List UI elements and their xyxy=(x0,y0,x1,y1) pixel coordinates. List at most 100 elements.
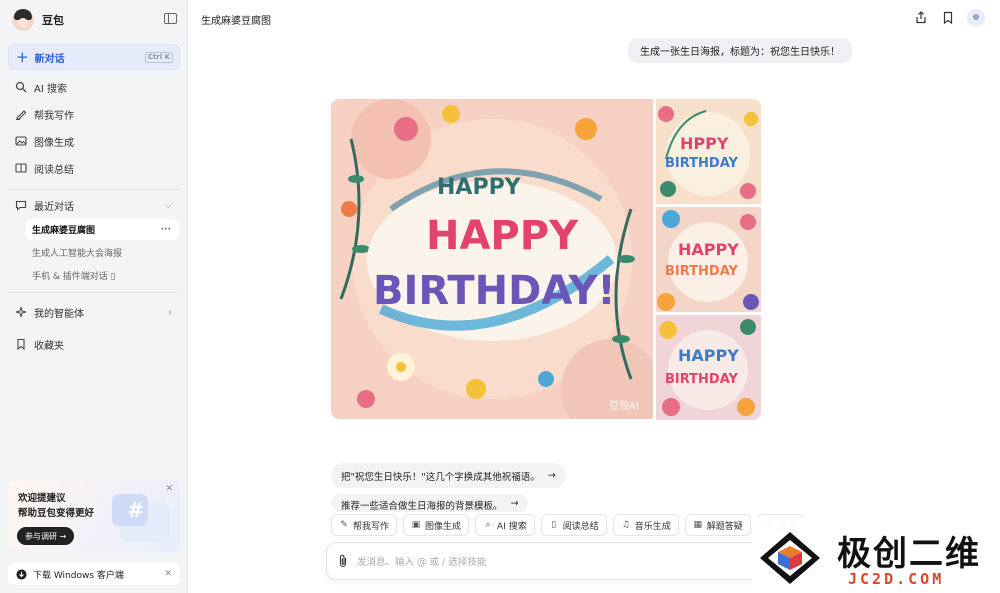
generated-image-main[interactable]: HAPPY HAPPY BIRTHDAY! 豆包AI xyxy=(331,99,653,419)
new-chat-button[interactable]: + 新对话 Ctrl K xyxy=(8,44,180,70)
thumb-title-line1: HAPPY xyxy=(678,240,739,259)
bookmark-icon xyxy=(15,338,27,350)
close-icon[interactable]: ✕ xyxy=(165,484,173,494)
recent-chat-label: 手机 & 插件端对话 ▯ xyxy=(32,272,116,282)
tool-image-button[interactable]: ▣ 图像生成 xyxy=(403,514,470,536)
sidebar-item-label: AI 搜索 xyxy=(34,83,67,95)
recent-chat-item[interactable]: 手机 & 插件端对话 ▯ xyxy=(26,265,179,286)
recent-label: 最近对话 xyxy=(34,201,74,213)
chevron-up-icon: ⌵ xyxy=(164,199,172,211)
brand-name: 豆包 xyxy=(42,14,64,27)
tool-writing-button[interactable]: ✎ 帮我写作 xyxy=(331,514,398,536)
thumb-title-line2: BIRTHDAY xyxy=(665,156,739,171)
chevron-right-icon: › xyxy=(168,306,172,318)
thumb-title-line2: BIRTHDAY xyxy=(665,264,739,279)
tool-label: 帮我写作 xyxy=(353,521,390,532)
watermark-logo-icon xyxy=(760,532,820,584)
ai-search-icon: ⌕ xyxy=(485,520,491,530)
tool-label: 解题答疑 xyxy=(706,521,743,532)
suggestion-text: 推荐一些适合做生日海报的背景模板。 xyxy=(341,501,503,512)
pen-icon: ✎ xyxy=(340,520,348,530)
site-watermark: 极创二维 JC2D.COM xyxy=(752,518,1000,593)
plus-icon: + xyxy=(16,47,29,66)
survey-button[interactable]: 参与调研 → xyxy=(17,527,75,545)
tool-solve-button[interactable]: ▦ 解题答疑 xyxy=(684,514,751,536)
download-client-button[interactable]: 下载 Windows 客户端 ✕ xyxy=(8,563,180,585)
sidebar-item-label: 收藏夹 xyxy=(34,340,64,352)
tool-search-button[interactable]: ⌕ AI 搜索 xyxy=(475,514,535,536)
sidebar-item-writing[interactable]: 帮我写作 xyxy=(8,102,180,126)
hashtag-icon: # xyxy=(127,498,144,522)
download-label: 下载 Windows 客户端 xyxy=(33,570,124,581)
divider xyxy=(8,292,180,293)
sidebar-item-label: 阅读总结 xyxy=(34,164,74,176)
suggestion-chip[interactable]: 把"祝您生日快乐！"这几个字换成其他祝福语。 → xyxy=(331,463,566,488)
sidebar-item-favorites[interactable]: 收藏夹 xyxy=(8,332,180,356)
ai-search-icon xyxy=(15,81,27,93)
message-input[interactable] xyxy=(357,553,737,571)
sidebar-item-reading[interactable]: 阅读总结 xyxy=(8,156,180,180)
divider xyxy=(8,189,180,190)
book-icon: ▯ xyxy=(551,520,557,530)
generated-image-thumb[interactable]: HAPPY BIRTHDAY xyxy=(656,207,761,312)
thumb-title-line2: BIRTHDAY xyxy=(665,372,739,387)
tool-label: AI 搜索 xyxy=(497,521,527,532)
arrow-right-icon: → xyxy=(547,470,556,481)
calculator-icon: ▦ xyxy=(693,520,702,530)
topbar: 生成麻婆豆腐图 xyxy=(188,0,1000,38)
tool-label: 阅读总结 xyxy=(562,521,599,532)
main-panel: 生成麻婆豆腐图 生成一张生日海报，标题为：祝您生日快乐！ HAPPY HAPPY… xyxy=(188,0,1000,593)
image-title-line2: BIRTHDAY! xyxy=(373,268,616,314)
page-title: 生成麻婆豆腐图 xyxy=(201,16,271,27)
music-icon: ♫ xyxy=(621,520,630,530)
shortcut-badge: Ctrl K xyxy=(144,52,173,63)
image-title-line1: HAPPY xyxy=(426,213,579,259)
tool-reading-button[interactable]: ▯ 阅读总结 xyxy=(540,514,607,536)
image-icon: ▣ xyxy=(411,520,421,530)
more-icon[interactable]: ··· xyxy=(161,225,171,235)
tool-music-button[interactable]: ♫ 音乐生成 xyxy=(612,514,679,536)
close-icon[interactable]: ✕ xyxy=(164,569,172,579)
skill-toolbar: ✎ 帮我写作 ▣ 图像生成 ⌕ AI 搜索 ▯ 阅读总结 ♫ 音乐生成 ▦ 解题… xyxy=(331,514,805,536)
recent-chat-item[interactable]: 生成人工智能大会海报 xyxy=(26,242,179,263)
tool-label: 音乐生成 xyxy=(634,521,671,532)
thumb-title-line1: HAPPY xyxy=(678,346,739,365)
sidebar-item-label: 帮我写作 xyxy=(34,110,74,122)
sidebar-item-label: 图像生成 xyxy=(34,137,74,149)
attachment-icon[interactable] xyxy=(338,554,350,568)
user-avatar[interactable] xyxy=(967,9,985,27)
generated-image-thumb[interactable]: HPPY BIRTHDAY xyxy=(656,99,761,204)
recent-chat-item[interactable]: 生成麻婆豆腐图 ··· xyxy=(26,219,179,240)
pen-icon xyxy=(15,108,27,120)
chat-bubble-icon xyxy=(15,199,27,211)
sidebar-item-image-gen[interactable]: 图像生成 xyxy=(8,129,180,153)
suggestion-chip[interactable]: 推荐一些适合做生日海报的背景模板。 → xyxy=(331,494,529,512)
promo-subtitle: 帮助豆包变得更好 xyxy=(18,508,95,519)
sidebar-toggle-icon[interactable] xyxy=(164,13,177,24)
brand-avatar xyxy=(12,9,34,31)
arrow-right-icon: → xyxy=(510,498,519,509)
brand[interactable]: 豆包 xyxy=(12,8,64,32)
sidebar-item-ai-search[interactable]: AI 搜索 xyxy=(8,75,180,99)
thumb-title-line1: HPPY xyxy=(680,134,729,153)
image-icon xyxy=(15,135,27,147)
generated-image-thumb[interactable]: HAPPY BIRTHDAY xyxy=(656,315,761,420)
sidebar-item-agents[interactable]: 我的智能体 › xyxy=(8,300,180,324)
watermark-text: 极创二维 xyxy=(837,534,981,574)
book-icon xyxy=(15,162,27,174)
sidebar-recent-header[interactable]: 最近对话 ⌵ xyxy=(8,193,180,217)
tool-label: 图像生成 xyxy=(425,521,462,532)
image-watermark: 豆包AI xyxy=(609,399,639,412)
recent-chat-label: 生成麻婆豆腐图 xyxy=(32,226,96,236)
sidebar: 豆包 + 新对话 Ctrl K AI 搜索 帮我写作 图像生成 阅读总结 最近对… xyxy=(0,0,188,593)
suggestion-text: 把"祝您生日快乐！"这几个字换成其他祝福语。 xyxy=(341,471,540,483)
image-small-title: HAPPY xyxy=(437,175,522,200)
user-message: 生成一张生日海报，标题为：祝您生日快乐！ xyxy=(628,38,852,63)
new-chat-label: 新对话 xyxy=(34,53,65,65)
feedback-promo-card: # 欢迎提建议 帮助豆包变得更好 参与调研 → ✕ xyxy=(8,480,180,552)
share-icon[interactable] xyxy=(914,11,928,25)
sparkle-icon xyxy=(15,306,27,318)
bookmark-add-icon[interactable] xyxy=(941,11,955,25)
recent-chat-label: 生成人工智能大会海报 xyxy=(32,249,123,259)
download-icon xyxy=(15,568,27,580)
